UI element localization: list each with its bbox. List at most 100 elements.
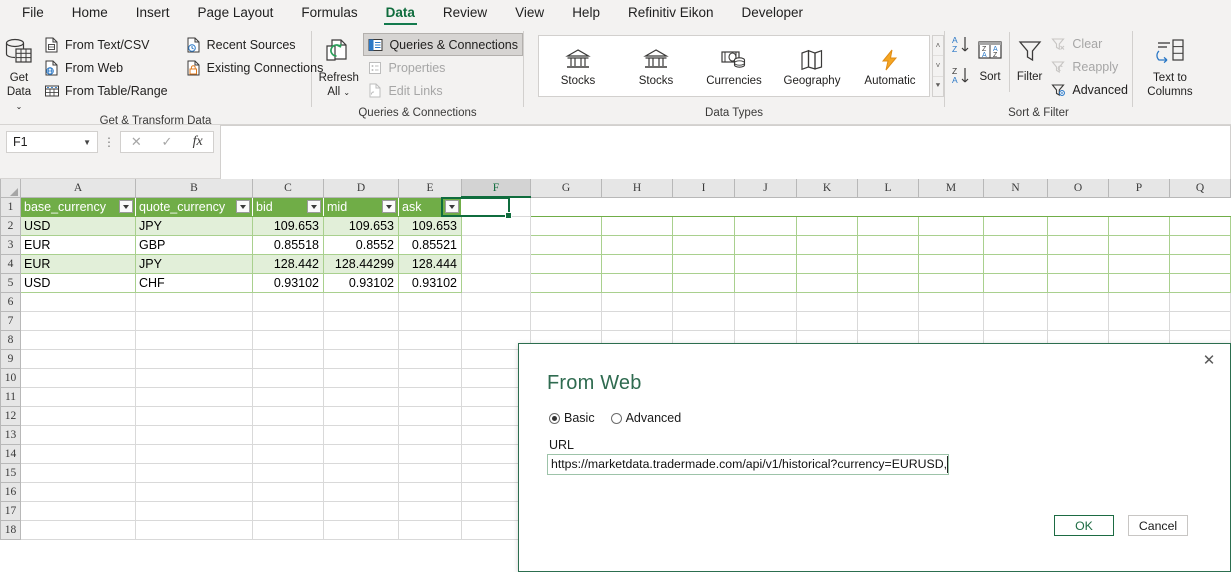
close-icon[interactable]: ✕ <box>1196 349 1222 371</box>
column-header-F[interactable]: F <box>461 179 531 198</box>
cell-H5[interactable] <box>601 273 673 293</box>
cell-E17[interactable] <box>398 501 462 521</box>
column-header-B[interactable]: B <box>135 179 253 198</box>
cell-D13[interactable] <box>323 425 399 445</box>
cell-C18[interactable] <box>252 520 324 540</box>
cell-O6[interactable] <box>1047 292 1109 312</box>
gallery-expand-icon[interactable]: ⯆ <box>933 77 943 96</box>
filter-button[interactable]: Filter <box>1014 30 1046 84</box>
cell-C7[interactable] <box>252 311 324 331</box>
cell-B9[interactable] <box>135 349 253 369</box>
cell-J1[interactable] <box>734 197 797 217</box>
column-header-L[interactable]: L <box>857 179 919 198</box>
ribbon-tab-home[interactable]: Home <box>58 0 122 26</box>
cell-F2[interactable] <box>461 216 531 236</box>
cell-N5[interactable] <box>983 273 1048 293</box>
cell-D14[interactable] <box>323 444 399 464</box>
cell-B6[interactable] <box>135 292 253 312</box>
cell-K6[interactable] <box>796 292 858 312</box>
cell-A13[interactable] <box>20 425 136 445</box>
data-type-geography[interactable]: Geography <box>773 36 851 96</box>
name-box[interactable]: F1 ▼ <box>6 131 98 153</box>
gallery-scroll-up-icon[interactable]: ˄ <box>933 36 943 57</box>
cell-E12[interactable] <box>398 406 462 426</box>
ok-button[interactable]: OK <box>1054 515 1114 536</box>
row-header-10[interactable]: 10 <box>0 367 21 388</box>
row-header-18[interactable]: 18 <box>0 519 21 540</box>
ribbon-tab-help[interactable]: Help <box>558 0 614 26</box>
advanced-filter-button[interactable]: Advanced <box>1047 78 1132 101</box>
column-header-E[interactable]: E <box>398 179 462 198</box>
column-header-M[interactable]: M <box>918 179 984 198</box>
cell-D16[interactable] <box>323 482 399 502</box>
cell-N7[interactable] <box>983 311 1048 331</box>
cell-L2[interactable] <box>857 216 919 236</box>
cell-O7[interactable] <box>1047 311 1109 331</box>
url-input[interactable]: https://marketdata.tradermade.com/api/v1… <box>547 454 949 475</box>
row-header-9[interactable]: 9 <box>0 348 21 369</box>
row-header-14[interactable]: 14 <box>0 443 21 464</box>
cell-B15[interactable] <box>135 463 253 483</box>
cell-A16[interactable] <box>20 482 136 502</box>
formula-bar-handle[interactable]: ⋮ <box>98 131 120 153</box>
cell-D1[interactable]: mid <box>323 197 399 217</box>
row-header-7[interactable]: 7 <box>0 310 21 331</box>
cell-E7[interactable] <box>398 311 462 331</box>
cell-D15[interactable] <box>323 463 399 483</box>
radio-advanced[interactable]: Advanced <box>610 411 681 425</box>
cell-H6[interactable] <box>601 292 673 312</box>
cell-C6[interactable] <box>252 292 324 312</box>
cell-A14[interactable] <box>20 444 136 464</box>
cell-L6[interactable] <box>857 292 919 312</box>
cell-F4[interactable] <box>461 254 531 274</box>
cell-D4[interactable]: 128.44299 <box>323 254 399 274</box>
cell-H1[interactable] <box>601 197 673 217</box>
cell-D10[interactable] <box>323 368 399 388</box>
cell-F1[interactable] <box>461 197 531 217</box>
cell-C1[interactable]: bid <box>252 197 324 217</box>
row-header-5[interactable]: 5 <box>0 272 21 293</box>
cell-J4[interactable] <box>734 254 797 274</box>
cell-Q6[interactable] <box>1169 292 1231 312</box>
cell-E9[interactable] <box>398 349 462 369</box>
cell-D17[interactable] <box>323 501 399 521</box>
cell-M6[interactable] <box>918 292 984 312</box>
cell-M2[interactable] <box>918 216 984 236</box>
cell-A17[interactable] <box>20 501 136 521</box>
row-header-8[interactable]: 8 <box>0 329 21 350</box>
cell-H7[interactable] <box>601 311 673 331</box>
data-type-currencies[interactable]: Currencies <box>695 36 773 96</box>
row-header-4[interactable]: 4 <box>0 253 21 274</box>
cell-E15[interactable] <box>398 463 462 483</box>
cell-N4[interactable] <box>983 254 1048 274</box>
cell-A10[interactable] <box>20 368 136 388</box>
cell-L7[interactable] <box>857 311 919 331</box>
cell-I7[interactable] <box>672 311 735 331</box>
ribbon-tab-page-layout[interactable]: Page Layout <box>184 0 288 26</box>
cell-M5[interactable] <box>918 273 984 293</box>
cell-B18[interactable] <box>135 520 253 540</box>
column-header-J[interactable]: J <box>734 179 797 198</box>
cell-L3[interactable] <box>857 235 919 255</box>
cell-Q2[interactable] <box>1169 216 1231 236</box>
row-header-11[interactable]: 11 <box>0 386 21 407</box>
cell-B10[interactable] <box>135 368 253 388</box>
cell-L5[interactable] <box>857 273 919 293</box>
cell-A12[interactable] <box>20 406 136 426</box>
existing-connections-button[interactable]: Existing Connections <box>182 56 328 79</box>
cell-Q5[interactable] <box>1169 273 1231 293</box>
cell-P5[interactable] <box>1108 273 1170 293</box>
cell-E18[interactable] <box>398 520 462 540</box>
cell-A6[interactable] <box>20 292 136 312</box>
data-type-stocks-1[interactable]: Stocks <box>539 36 617 96</box>
cell-A9[interactable] <box>20 349 136 369</box>
cell-D9[interactable] <box>323 349 399 369</box>
cell-D18[interactable] <box>323 520 399 540</box>
chevron-down-icon[interactable]: ▼ <box>83 138 91 147</box>
cell-O1[interactable] <box>1047 197 1109 217</box>
cell-C9[interactable] <box>252 349 324 369</box>
cell-F3[interactable] <box>461 235 531 255</box>
column-header-O[interactable]: O <box>1047 179 1109 198</box>
cell-J5[interactable] <box>734 273 797 293</box>
cell-B7[interactable] <box>135 311 253 331</box>
